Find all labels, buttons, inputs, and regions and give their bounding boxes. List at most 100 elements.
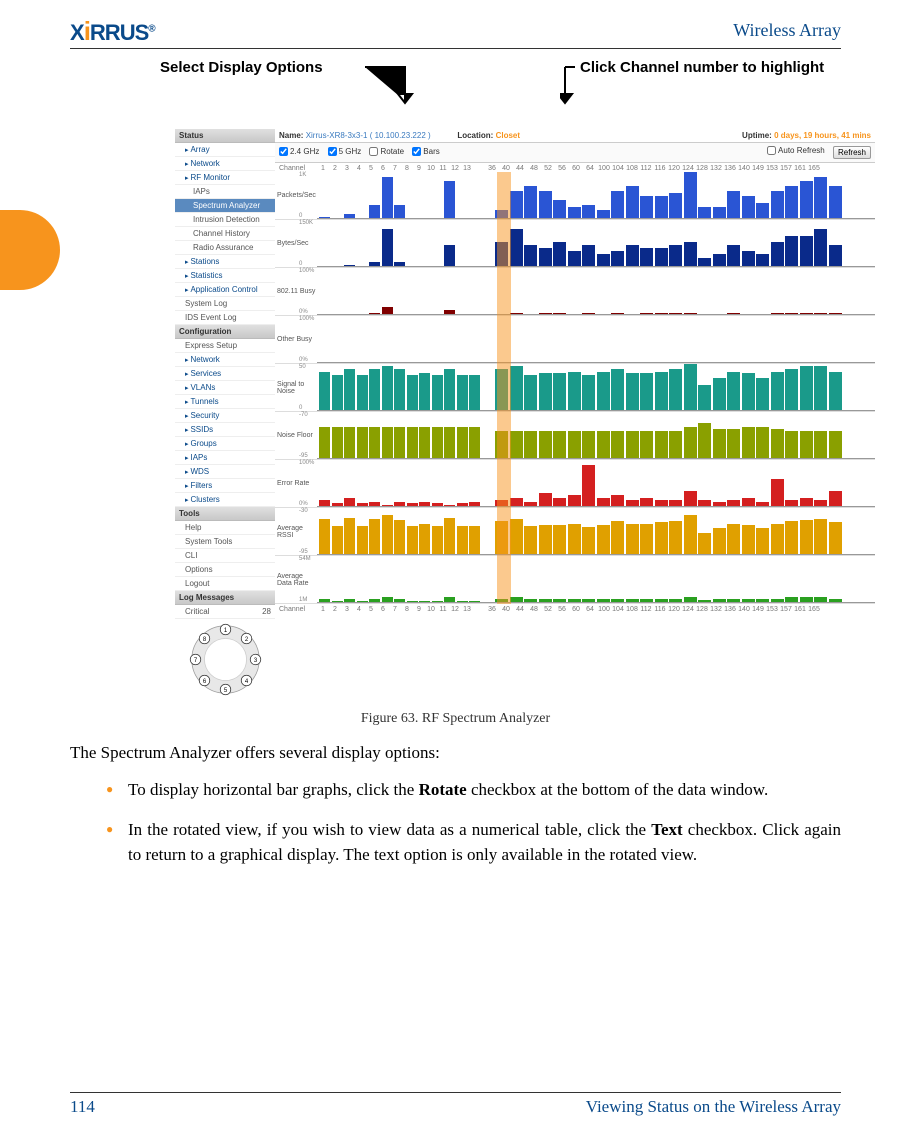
bar[interactable] (332, 526, 343, 555)
bar[interactable] (829, 431, 842, 459)
bar[interactable] (539, 191, 552, 219)
bar[interactable] (785, 186, 798, 219)
bar[interactable] (669, 369, 682, 411)
bar[interactable] (510, 431, 523, 459)
bar[interactable] (582, 431, 595, 459)
bar[interactable] (382, 177, 393, 219)
sidebar-item[interactable]: Application Control (175, 283, 275, 297)
bar[interactable] (394, 427, 405, 459)
bar[interactable] (756, 528, 769, 555)
bar[interactable] (785, 431, 798, 459)
sidebar-item[interactable]: Statistics (175, 269, 275, 283)
bar[interactable] (510, 519, 523, 555)
bar[interactable] (785, 369, 798, 411)
bar[interactable] (539, 431, 552, 459)
bar[interactable] (771, 429, 784, 459)
bar[interactable] (344, 427, 355, 459)
bar[interactable] (814, 177, 827, 219)
bar[interactable] (727, 245, 740, 267)
sidebar-item[interactable]: Logout (175, 577, 275, 591)
bar[interactable] (495, 521, 508, 555)
checkbox-rotate[interactable]: Rotate (369, 147, 404, 156)
bar[interactable] (394, 205, 405, 219)
channel-footer[interactable]: Channel123456789101112133640444852566064… (275, 604, 875, 613)
bar[interactable] (357, 526, 368, 555)
bar[interactable] (800, 236, 813, 267)
bar[interactable] (684, 364, 697, 411)
bar[interactable] (684, 427, 697, 459)
bar[interactable] (626, 186, 639, 219)
bar[interactable] (640, 373, 653, 411)
bar[interactable] (407, 427, 418, 459)
bar[interactable] (713, 378, 726, 411)
bar[interactable] (369, 369, 380, 411)
bar[interactable] (332, 427, 343, 459)
bar[interactable] (800, 431, 813, 459)
bar[interactable] (382, 229, 393, 267)
bar[interactable] (444, 427, 455, 459)
sidebar-item[interactable]: Network (175, 157, 275, 171)
bar[interactable] (611, 369, 624, 411)
checkbox-bars[interactable]: Bars (412, 147, 439, 156)
bar[interactable] (524, 186, 537, 219)
sidebar-item[interactable]: Clusters (175, 493, 275, 507)
bar[interactable] (669, 193, 682, 219)
bar[interactable] (553, 431, 566, 459)
bar[interactable] (469, 427, 480, 459)
bar[interactable] (582, 465, 595, 507)
bar[interactable] (742, 525, 755, 555)
bar[interactable] (771, 479, 784, 507)
bar[interactable] (357, 427, 368, 459)
bar[interactable] (785, 521, 798, 555)
bar[interactable] (357, 375, 368, 411)
bar[interactable] (457, 427, 468, 459)
bar[interactable] (319, 427, 330, 459)
bar[interactable] (727, 372, 740, 411)
bar[interactable] (640, 196, 653, 220)
bar[interactable] (597, 431, 610, 459)
checkbox-autorefresh[interactable]: Auto Refresh (767, 146, 825, 155)
bar[interactable] (785, 236, 798, 267)
bar[interactable] (582, 245, 595, 267)
bar[interactable] (742, 427, 755, 459)
bar[interactable] (510, 366, 523, 411)
bar[interactable] (369, 427, 380, 459)
sidebar-item[interactable]: VLANs (175, 381, 275, 395)
bar[interactable] (684, 172, 697, 219)
bar[interactable] (553, 373, 566, 411)
sidebar-item[interactable]: Express Setup (175, 339, 275, 353)
bar[interactable] (568, 524, 581, 555)
bar[interactable] (568, 251, 581, 267)
bar[interactable] (344, 369, 355, 411)
bar[interactable] (611, 431, 624, 459)
sidebar-item[interactable]: Help (175, 521, 275, 535)
sidebar-item[interactable]: Filters (175, 479, 275, 493)
bar[interactable] (510, 229, 523, 267)
channel-header[interactable]: Channel123456789101112133640444852566064… (275, 163, 875, 172)
bar[interactable] (626, 431, 639, 459)
bar[interactable] (539, 493, 552, 507)
bar[interactable] (611, 251, 624, 267)
bar[interactable] (742, 373, 755, 411)
bar[interactable] (432, 526, 443, 555)
bar[interactable] (771, 524, 784, 555)
bar[interactable] (582, 375, 595, 411)
bar[interactable] (495, 431, 508, 459)
bar[interactable] (419, 524, 430, 555)
bar[interactable] (407, 526, 418, 555)
bar[interactable] (407, 375, 418, 411)
bar[interactable] (568, 431, 581, 459)
sidebar-item[interactable]: IDS Event Log (175, 311, 275, 325)
bar[interactable] (655, 196, 668, 220)
bar[interactable] (771, 372, 784, 411)
bar[interactable] (539, 525, 552, 555)
sidebar-item[interactable]: Radio Assurance (175, 241, 275, 255)
bar[interactable] (444, 245, 455, 267)
bar[interactable] (524, 245, 537, 267)
sidebar-item[interactable]: IAPs (175, 185, 275, 199)
bar[interactable] (626, 245, 639, 267)
sidebar-item[interactable]: Channel History (175, 227, 275, 241)
checkbox-5ghz[interactable]: 5 GHz (328, 147, 362, 156)
bar[interactable] (432, 427, 443, 459)
bar[interactable] (469, 526, 480, 555)
